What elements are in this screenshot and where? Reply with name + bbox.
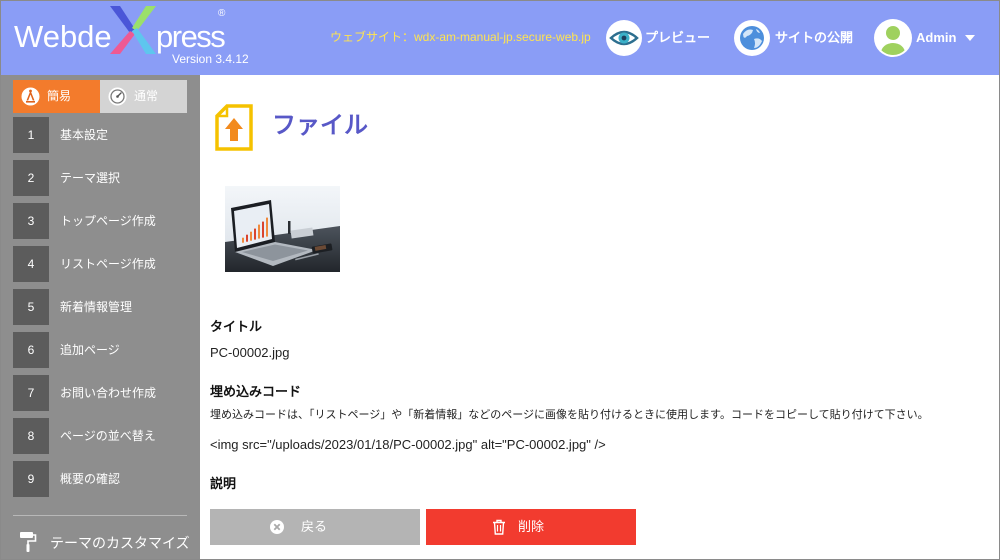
title-value: PC-00002.jpg — [210, 345, 290, 360]
page-title: ファイル — [272, 112, 368, 139]
title-heading: タイトル — [210, 319, 263, 334]
sidebar-item-label: リストページ作成 — [60, 257, 156, 271]
app-logo[interactable]: Webde press ® Version 3.4.12 — [0, 0, 270, 75]
trash-icon — [491, 519, 507, 535]
mode-label: 通常 — [134, 89, 159, 103]
sidebar-item-top-page[interactable]: 3 トップページ作成 — [13, 203, 200, 239]
normal-mode-icon — [108, 87, 127, 106]
sidebar-item-label: お問い合わせ作成 — [60, 386, 157, 400]
sidebar-item-label: 基本設定 — [60, 128, 109, 142]
step-number: 8 — [13, 418, 49, 454]
mode-label: 簡易 — [47, 89, 72, 103]
file-upload-icon — [215, 104, 253, 151]
image-thumbnail — [225, 186, 340, 272]
sidebar-item-label: トップページ作成 — [60, 214, 156, 228]
embed-code-heading: 埋め込みコード — [210, 384, 302, 399]
sidebar-item-label: 追加ページ — [60, 343, 120, 357]
sidebar-item-label: 新着情報管理 — [60, 300, 133, 314]
sidebar-item-overview[interactable]: 9 概要の確認 — [13, 461, 200, 497]
globe-icon — [734, 20, 770, 56]
embed-code-value[interactable]: <img src="/uploads/2023/01/18/PC-00002.j… — [210, 436, 606, 454]
step-number: 5 — [13, 289, 49, 325]
sidebar-item-list-page[interactable]: 4 リストページ作成 — [13, 246, 200, 282]
easy-mode-icon — [21, 87, 40, 106]
eye-icon — [606, 20, 642, 56]
step-number: 9 — [13, 461, 49, 497]
sidebar-item-basic-settings[interactable]: 1 基本設定 — [13, 117, 200, 153]
theme-customize-label: テーマのカスタマイズ — [50, 535, 190, 551]
sidebar-item-news[interactable]: 5 新着情報管理 — [13, 289, 200, 325]
top-header: Webde press ® Version 3.4.12 ウェブサイト：wdx-… — [0, 0, 1000, 75]
publish-site-label[interactable]: サイトの公開 — [775, 29, 853, 46]
app-version: Version 3.4.12 — [172, 52, 249, 66]
delete-button[interactable]: 削除 — [426, 509, 636, 545]
close-circle-icon — [269, 519, 285, 535]
mode-tab-normal[interactable]: 通常 — [100, 80, 187, 113]
description-heading: 説明 — [210, 476, 237, 491]
delete-button-label: 削除 — [518, 519, 545, 534]
sidebar-item-label: 概要の確認 — [60, 472, 121, 486]
step-number: 4 — [13, 246, 49, 282]
sidebar-item-additional-pages[interactable]: 6 追加ページ — [13, 332, 200, 368]
main-content: ファイル タイトル PC-00002.jpg 埋め込みコード 埋め込みコードは、… — [200, 75, 1000, 560]
step-number: 1 — [13, 117, 49, 153]
logo-text-left: Webde — [14, 19, 112, 54]
trademark-symbol: ® — [218, 8, 226, 19]
embed-code-help: 埋め込みコードは、「リストページ」や「新着情報」などのページに画像を貼り付けると… — [210, 409, 929, 421]
sidebar-divider — [13, 515, 187, 516]
sidebar: 簡易 通常 1 基本設定 2 テーマ選択 3 トップページ作成 4 リストページ… — [0, 75, 200, 560]
step-number: 2 — [13, 160, 49, 196]
sidebar-item-contact-form[interactable]: 7 お問い合わせ作成 — [13, 375, 200, 411]
step-number: 6 — [13, 332, 49, 368]
back-button-label: 戻る — [301, 519, 328, 534]
sidebar-item-theme-select[interactable]: 2 テーマ選択 — [13, 160, 200, 196]
sidebar-item-label: テーマ選択 — [60, 171, 121, 185]
step-number: 3 — [13, 203, 49, 239]
avatar-icon — [874, 19, 912, 57]
paint-roller-icon — [19, 531, 37, 553]
preview-label[interactable]: プレビュー — [645, 29, 710, 46]
sidebar-item-label: ページの並べ替え — [60, 429, 156, 443]
logo-text-right: press — [156, 19, 226, 54]
logo-x-mark-icon — [108, 4, 158, 56]
caret-down-icon[interactable] — [965, 35, 975, 41]
step-number: 7 — [13, 375, 49, 411]
sidebar-item-page-order[interactable]: 8 ページの並べ替え — [13, 418, 200, 454]
website-url[interactable]: ウェブサイト：wdx-am-manual-jp.secure-web.jp — [330, 29, 591, 45]
user-name[interactable]: Admin — [916, 29, 956, 46]
back-button[interactable]: 戻る — [210, 509, 420, 545]
theme-customize-link[interactable]: テーマのカスタマイズ — [13, 527, 193, 559]
mode-tab-simple[interactable]: 簡易 — [13, 80, 100, 113]
